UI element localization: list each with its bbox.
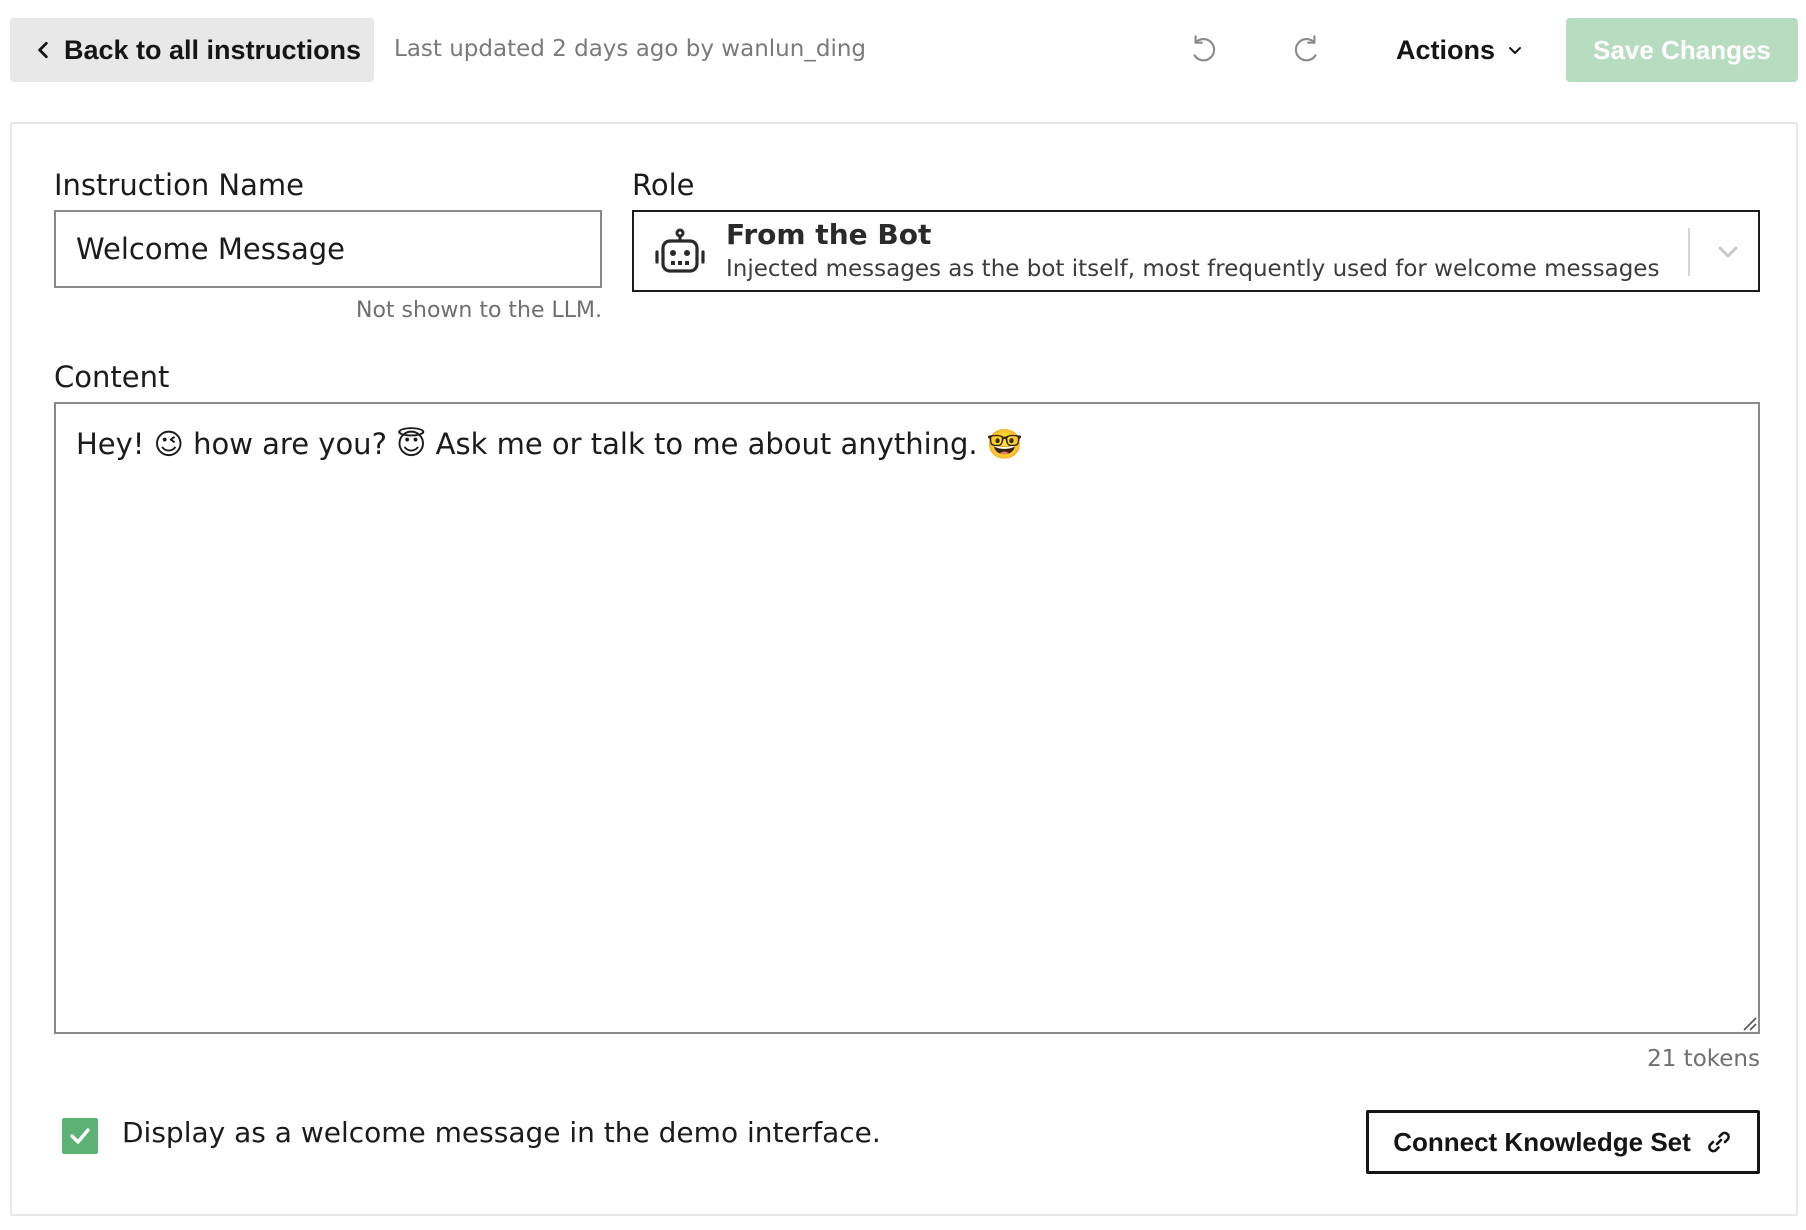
welcome-message-checkbox[interactable] xyxy=(62,1118,98,1154)
select-divider xyxy=(1688,228,1690,276)
welcome-message-checkbox-label[interactable]: Display as a welcome message in the demo… xyxy=(122,1116,881,1149)
role-title: From the Bot xyxy=(726,218,932,251)
link-icon xyxy=(1707,1131,1730,1153)
connect-button-label: Connect Knowledge Set xyxy=(1393,1126,1691,1157)
chevron-left-icon xyxy=(38,41,48,59)
chevron-down-icon xyxy=(1509,47,1522,54)
chevron-down-icon[interactable] xyxy=(1712,236,1744,268)
save-changes-button[interactable]: Save Changes xyxy=(1566,18,1798,82)
connect-knowledge-set-button[interactable]: Connect Knowledge Set xyxy=(1366,1110,1760,1174)
back-button-label: Back to all instructions xyxy=(64,34,362,65)
robot-icon xyxy=(655,228,705,273)
instruction-editor-card: Instruction Name Not shown to the LLM. R… xyxy=(10,122,1798,1216)
last-updated-text: Last updated 2 days ago by wanlun_ding xyxy=(394,36,867,62)
token-count: 21 tokens xyxy=(1647,1046,1760,1072)
undo-icon xyxy=(1193,35,1216,62)
redo-button[interactable] xyxy=(1286,28,1328,70)
checkmark-icon xyxy=(70,1128,90,1144)
top-toolbar: Back to all instructions Last updated 2 … xyxy=(0,0,1806,100)
role-select[interactable]: From the Bot Injected messages as the bo… xyxy=(632,210,1760,292)
actions-menu-button[interactable]: Actions xyxy=(1396,30,1523,70)
instruction-name-label: Instruction Name xyxy=(54,168,304,202)
instruction-name-hint: Not shown to the LLM. xyxy=(356,298,602,323)
resize-handle-icon[interactable] xyxy=(1742,1016,1758,1032)
instruction-name-input[interactable] xyxy=(54,210,602,288)
redo-icon xyxy=(1294,35,1317,62)
back-to-instructions-button[interactable]: Back to all instructions xyxy=(10,18,374,82)
undo-button[interactable] xyxy=(1182,28,1224,70)
actions-label: Actions xyxy=(1396,34,1496,65)
role-description: Injected messages as the bot itself, mos… xyxy=(726,256,1666,282)
content-label: Content xyxy=(54,360,170,394)
content-textarea[interactable]: Hey! 😉 how are you? 😇 Ask me or talk to … xyxy=(54,402,1760,1034)
role-label: Role xyxy=(632,168,695,202)
